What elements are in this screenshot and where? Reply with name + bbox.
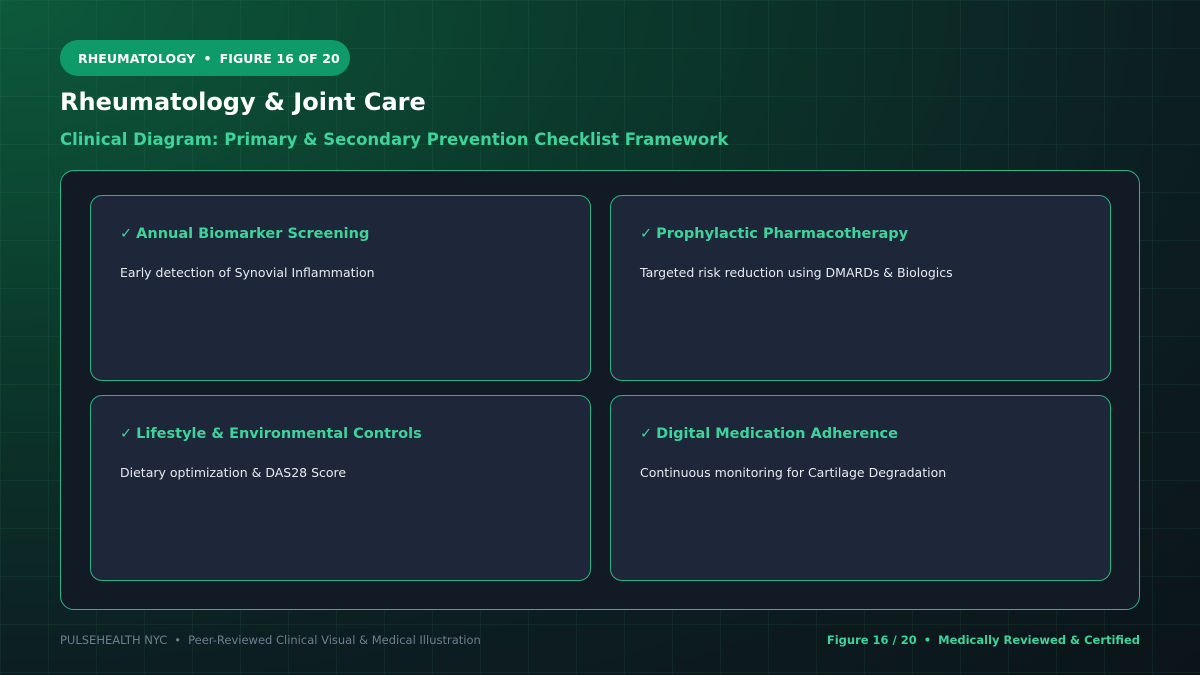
badge-figure: FIGURE 16 OF 20 bbox=[219, 50, 340, 66]
card-description: Early detection of Synovial Inflammation bbox=[120, 265, 375, 280]
badge-category: RHEUMATOLOGY bbox=[78, 50, 196, 66]
card-description: Dietary optimization & DAS28 Score bbox=[120, 465, 347, 480]
card-description: Continuous monitoring for Cartilage Degr… bbox=[640, 465, 947, 480]
card-heading-row: ✓ Lifestyle & Environmental Controls bbox=[120, 426, 590, 442]
check-icon: ✓ bbox=[640, 426, 653, 442]
page-title: Rheumatology & Joint Care bbox=[60, 88, 426, 116]
checklist-panel: ✓ Annual Biomarker Screening Early detect… bbox=[60, 170, 1140, 610]
footer-separator: • bbox=[174, 633, 182, 647]
checklist-card-biomarker-screening: ✓ Annual Biomarker Screening Early detect… bbox=[90, 195, 591, 381]
badge-separator: • bbox=[203, 50, 212, 66]
card-heading: Digital Medication Adherence bbox=[656, 426, 898, 442]
card-heading: Prophylactic Pharmacotherapy bbox=[656, 226, 909, 242]
footer-certification: Medically Reviewed & Certified bbox=[938, 633, 1140, 647]
footer-figure-info: Figure 16 / 20 • Medically Reviewed & Cert… bbox=[827, 633, 1140, 647]
page-subtitle: Clinical Diagram: Primary & Secondary Pr… bbox=[60, 130, 729, 149]
footer-tagline: Peer-Reviewed Clinical Visual & Medical … bbox=[188, 633, 481, 647]
card-heading-row: ✓ Annual Biomarker Screening bbox=[120, 226, 590, 242]
footer-figure-number: Figure 16 / 20 bbox=[826, 633, 917, 647]
card-heading-row: ✓ Digital Medication Adherence bbox=[640, 426, 1110, 442]
figure-badge: RHEUMATOLOGY • FIGURE 16 OF 20 bbox=[60, 40, 350, 76]
check-icon: ✓ bbox=[120, 426, 133, 442]
card-heading: Annual Biomarker Screening bbox=[136, 226, 370, 242]
footer-brand: PULSEHEALTH NYC bbox=[60, 633, 168, 647]
checklist-card-pharmacotherapy: ✓ Prophylactic Pharmacotherapy Targeted r… bbox=[610, 195, 1111, 381]
checklist-card-lifestyle-controls: ✓ Lifestyle & Environmental Controls Diet… bbox=[90, 395, 591, 581]
checklist-card-medication-adherence: ✓ Digital Medication Adherence Continuous… bbox=[610, 395, 1111, 581]
check-icon: ✓ bbox=[640, 226, 653, 242]
footer-separator: • bbox=[923, 633, 932, 647]
footer-credits: PULSEHEALTH NYC • Peer-Reviewed Clinical V… bbox=[60, 633, 481, 647]
card-heading: Lifestyle & Environmental Controls bbox=[136, 426, 422, 442]
card-heading-row: ✓ Prophylactic Pharmacotherapy bbox=[640, 226, 1110, 242]
check-icon: ✓ bbox=[120, 226, 133, 242]
card-description: Targeted risk reduction using DMARDs & B… bbox=[640, 265, 953, 280]
